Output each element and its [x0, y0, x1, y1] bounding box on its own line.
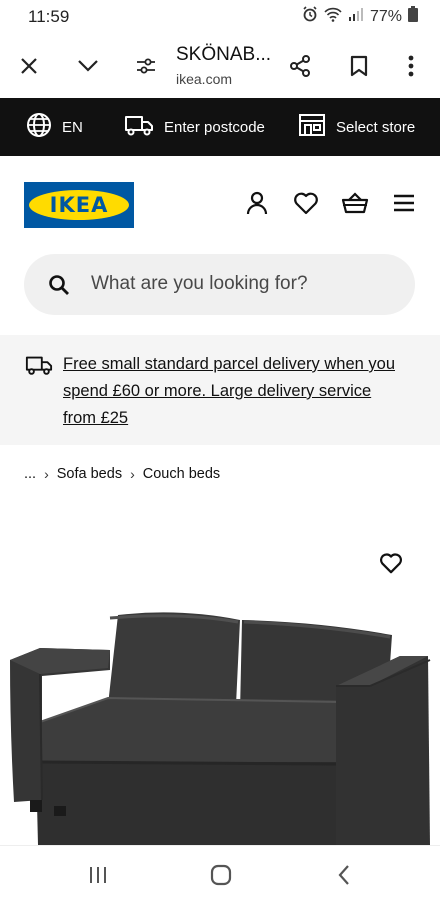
bookmark-icon[interactable]: [343, 50, 375, 82]
chevron-down-icon[interactable]: [72, 50, 104, 82]
search-icon: [48, 274, 70, 301]
battery-icon: [408, 6, 418, 27]
utility-strip: EN Enter postcode Select store: [0, 98, 440, 156]
back-icon[interactable]: [324, 860, 364, 890]
wifi-icon: [324, 6, 342, 27]
store-label: Select store: [336, 118, 416, 136]
breadcrumb: ... › Sofa beds › Couch beds: [24, 464, 220, 484]
recent-apps-icon[interactable]: [78, 860, 118, 890]
browser-toolbar: SKÖNAB... ikea.com: [0, 34, 440, 98]
chevron-right-icon: ›: [44, 466, 49, 482]
menu-icon[interactable]: [389, 188, 419, 218]
ikea-logo[interactable]: IKEA: [24, 182, 134, 228]
sofa-bed-image: [10, 612, 431, 845]
tune-icon[interactable]: [130, 50, 162, 82]
basket-icon[interactable]: [340, 188, 370, 218]
store-button[interactable]: Select store: [298, 98, 415, 156]
heart-icon[interactable]: [291, 188, 321, 218]
store-icon: [298, 113, 326, 141]
user-icon[interactable]: [242, 188, 272, 218]
status-indicators: 77%: [302, 6, 418, 27]
alarm-icon: [302, 6, 318, 27]
chevron-right-icon: ›: [130, 466, 135, 482]
breadcrumb-item-couch-beds[interactable]: Couch beds: [143, 466, 220, 482]
add-to-favourites-heart-icon[interactable]: [376, 548, 406, 578]
close-icon[interactable]: [13, 50, 45, 82]
home-icon[interactable]: [201, 860, 241, 890]
page-url[interactable]: ikea.com: [176, 71, 232, 87]
status-bar: 11:59 77%: [0, 0, 440, 34]
more-icon[interactable]: [395, 50, 427, 82]
breadcrumb-item-sofa-beds[interactable]: Sofa beds: [57, 466, 122, 482]
delivery-banner: Free small standard parcel delivery when…: [0, 335, 440, 445]
site-header: IKEA: [0, 156, 440, 252]
page-title[interactable]: SKÖNAB...: [176, 44, 271, 66]
search-placeholder: What are you looking for?: [91, 273, 308, 294]
system-nav-bar: [0, 845, 440, 904]
logo-text: IKEA: [49, 193, 109, 217]
truck-icon: [124, 114, 154, 140]
globe-icon: [26, 112, 52, 142]
status-time: 11:59: [28, 7, 70, 26]
language-label: EN: [62, 118, 83, 136]
signal-icon: [348, 7, 364, 26]
battery-level: 77%: [369, 7, 402, 25]
share-icon[interactable]: [284, 50, 316, 82]
search-input[interactable]: What are you looking for?: [24, 254, 415, 315]
postcode-label: Enter postcode: [164, 118, 265, 136]
truck-icon: [25, 354, 53, 381]
product-image[interactable]: [0, 500, 440, 845]
language-selector[interactable]: EN: [26, 98, 83, 156]
postcode-button[interactable]: Enter postcode: [124, 98, 265, 156]
delivery-link[interactable]: Free small standard parcel delivery when…: [63, 351, 408, 432]
breadcrumb-ellipsis[interactable]: ...: [24, 466, 36, 482]
